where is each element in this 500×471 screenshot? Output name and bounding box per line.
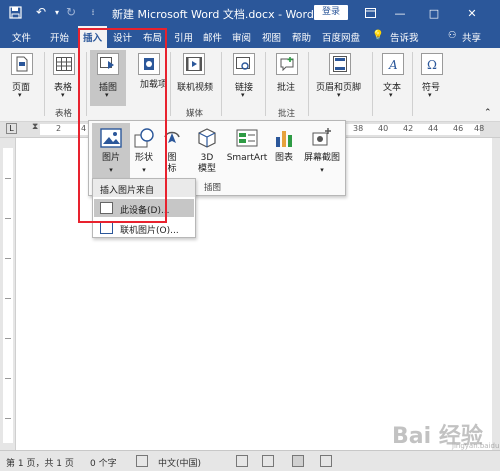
window-title: 新建 Microsoft Word 文档.docx - Word bbox=[112, 8, 314, 21]
header-footer-icon[interactable] bbox=[329, 53, 351, 75]
3d-models-label: 3D 模型 bbox=[197, 153, 216, 174]
ruler-number: 40 bbox=[378, 124, 389, 133]
chart-icon bbox=[272, 126, 296, 150]
smartart-label: SmartArt bbox=[226, 153, 268, 163]
ruler-tick bbox=[5, 418, 11, 419]
ribbon: 页面 ▾ 表格 ▾ 表格 插图 ▾ 加载项 联机视频 媒体 链接 ▾ 批注 批注… bbox=[0, 48, 500, 122]
svg-text:A: A bbox=[388, 58, 398, 71]
tab-references[interactable]: 引用 bbox=[174, 30, 193, 44]
tab-baidu-netdisk[interactable]: 百度网盘 bbox=[322, 30, 360, 44]
ribbon-separator bbox=[372, 52, 373, 116]
ruler-number: 46 bbox=[453, 124, 464, 133]
screenshot-dropdown-icon: ▾ bbox=[320, 166, 324, 174]
page-count[interactable]: 第 1 页，共 1 页 bbox=[6, 456, 74, 469]
save-icon[interactable] bbox=[6, 3, 24, 21]
title-bar: ↶ ▾ ↻ ⁞ 新建 Microsoft Word 文档.docx - Word… bbox=[0, 0, 500, 26]
svg-text:Ω: Ω bbox=[427, 58, 437, 71]
ribbon-separator bbox=[412, 52, 413, 116]
ruler-number: 2 bbox=[56, 124, 62, 133]
ribbon-separator bbox=[44, 52, 45, 116]
status-bar: 第 1 页，共 1 页 0 个字 中文(中国) bbox=[0, 450, 500, 471]
macro-icon[interactable] bbox=[236, 455, 248, 467]
text-icon[interactable]: A bbox=[382, 53, 404, 75]
vertical-ruler bbox=[0, 138, 16, 450]
ribbon-separator bbox=[308, 52, 309, 116]
header-footer-dropdown-icon[interactable]: ▾ bbox=[337, 91, 341, 99]
tab-view[interactable]: 视图 bbox=[262, 30, 281, 44]
screenshot-button[interactable]: 屏幕截图 ▾ bbox=[301, 123, 343, 179]
proofing-icon[interactable] bbox=[136, 455, 148, 467]
vertical-ruler-page-area bbox=[3, 148, 13, 443]
comment-button[interactable]: 批注 bbox=[277, 80, 295, 93]
customize-qat-icon[interactable]: ⁞ bbox=[84, 3, 102, 21]
ruler-number: 38 bbox=[353, 124, 364, 133]
ribbon-display-icon[interactable] bbox=[356, 0, 384, 26]
web-layout-icon[interactable] bbox=[320, 455, 332, 467]
ruler-tick bbox=[5, 338, 11, 339]
watermark-url: jingyan.baidu.com bbox=[452, 442, 500, 450]
ribbon-separator bbox=[265, 52, 266, 116]
screenshot-icon bbox=[310, 126, 334, 150]
ruler-number: 44 bbox=[428, 124, 439, 133]
tab-mailings[interactable]: 邮件 bbox=[203, 30, 222, 44]
tab-help[interactable]: 帮助 bbox=[292, 30, 311, 44]
3d-models-icon bbox=[195, 126, 219, 150]
close-button[interactable]: ✕ bbox=[458, 0, 486, 26]
ruler-number: 42 bbox=[403, 124, 414, 133]
symbol-dropdown-icon[interactable]: ▾ bbox=[428, 91, 432, 99]
symbol-icon[interactable]: Ω bbox=[421, 53, 443, 75]
ruler-tick bbox=[5, 298, 11, 299]
group-label-illustrations: 插图 bbox=[204, 183, 222, 193]
share-icon[interactable]: ⚇ bbox=[448, 30, 457, 41]
tab-review[interactable]: 审阅 bbox=[232, 30, 251, 44]
group-label-comments: 批注 bbox=[278, 109, 296, 119]
table-icon[interactable] bbox=[53, 53, 75, 75]
ribbon-separator bbox=[221, 52, 222, 116]
chart-button[interactable]: 图表 bbox=[269, 123, 299, 179]
tab-selector-icon[interactable]: L bbox=[6, 123, 17, 134]
chart-label: 图表 bbox=[274, 153, 293, 163]
ruler-tick bbox=[5, 218, 11, 219]
table-dropdown-icon[interactable]: ▾ bbox=[61, 91, 65, 99]
link-icon[interactable] bbox=[233, 53, 255, 75]
print-layout-icon[interactable] bbox=[292, 455, 304, 467]
comment-icon[interactable] bbox=[276, 53, 298, 75]
group-label-media: 媒体 bbox=[186, 109, 204, 119]
online-pictures-label: 联机图片(O)... bbox=[120, 226, 179, 236]
ribbon-separator bbox=[170, 52, 171, 116]
login-button[interactable]: 登录 bbox=[314, 5, 348, 20]
share-button[interactable]: 共享 bbox=[462, 30, 481, 44]
ruler-number: 48 bbox=[474, 124, 485, 133]
screenshot-label: 屏幕截图 bbox=[303, 153, 340, 163]
language-indicator[interactable]: 中文(中国) bbox=[158, 456, 201, 469]
red-highlight-box bbox=[78, 28, 167, 223]
ribbon-tabs: 文件 开始 插入 设计 布局 引用 邮件 审阅 视图 帮助 百度网盘 💡 告诉我… bbox=[0, 26, 500, 48]
page-icon[interactable] bbox=[11, 53, 33, 75]
redo-icon[interactable]: ↻ bbox=[62, 3, 80, 21]
tell-me-icon[interactable]: 💡 bbox=[372, 30, 384, 41]
online-video-icon[interactable] bbox=[183, 53, 205, 75]
word-count[interactable]: 0 个字 bbox=[90, 456, 117, 469]
text-dropdown-icon[interactable]: ▾ bbox=[389, 91, 393, 99]
online-pictures-icon bbox=[100, 222, 113, 234]
maximize-button[interactable]: □ bbox=[420, 0, 448, 26]
tab-home[interactable]: 开始 bbox=[50, 30, 69, 44]
collapse-ribbon-icon[interactable]: ⌃ bbox=[484, 108, 492, 118]
icons-label: 图标 bbox=[167, 153, 177, 174]
tell-me-search[interactable]: 告诉我 bbox=[390, 30, 419, 44]
link-dropdown-icon[interactable]: ▾ bbox=[241, 91, 245, 99]
group-label-tables: 表格 bbox=[55, 109, 73, 119]
minimize-button[interactable]: — bbox=[386, 0, 414, 26]
ruler-tick bbox=[5, 178, 11, 179]
indent-marker-icon[interactable]: ⧗ bbox=[32, 122, 38, 132]
pages-dropdown-icon[interactable]: ▾ bbox=[18, 91, 22, 99]
smartart-icon bbox=[235, 126, 259, 150]
ruler-tick bbox=[5, 258, 11, 259]
ruler-tick bbox=[5, 378, 11, 379]
online-video-button[interactable]: 联机视频 bbox=[177, 80, 213, 93]
smartart-button[interactable]: SmartArt bbox=[225, 123, 269, 179]
3d-models-button[interactable]: 3D 模型 bbox=[189, 123, 225, 179]
tab-file[interactable]: 文件 bbox=[12, 30, 31, 44]
read-mode-icon[interactable] bbox=[262, 455, 274, 467]
